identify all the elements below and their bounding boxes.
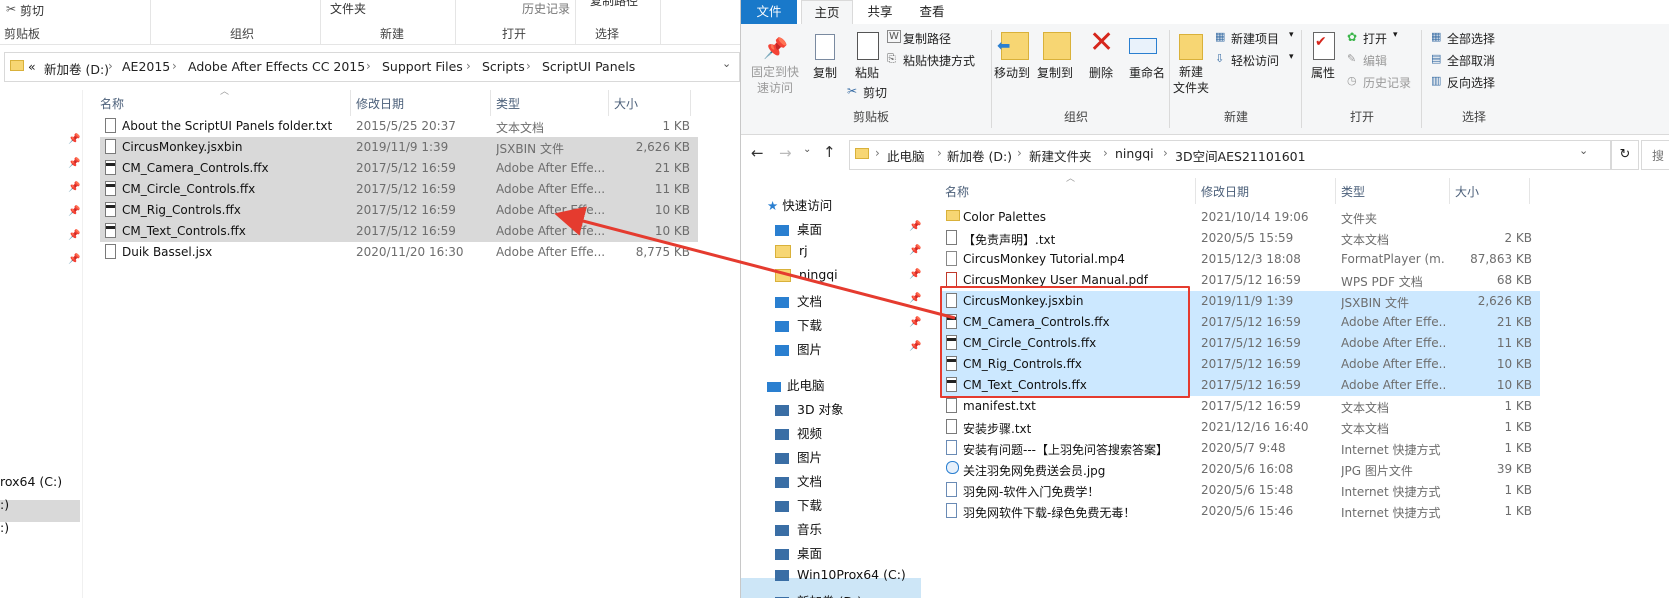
annotation-arrow (554, 206, 956, 320)
annotation-highlight-box (940, 286, 1190, 398)
annotation-layer (554, 206, 956, 320)
